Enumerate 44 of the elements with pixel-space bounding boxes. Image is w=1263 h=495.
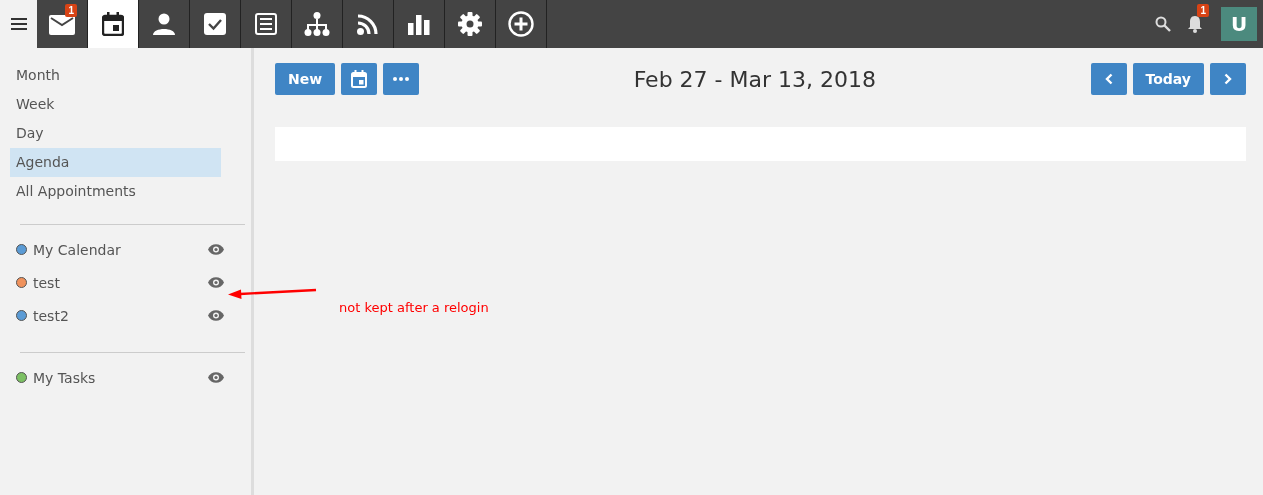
calendar-icon (351, 70, 368, 88)
more-button[interactable] (383, 63, 420, 95)
eye-icon[interactable] (208, 277, 224, 288)
date-range-title: Feb 27 - Mar 13, 2018 (633, 66, 876, 92)
view-item[interactable]: Month (10, 61, 221, 90)
bell-icon (1187, 15, 1203, 33)
user-avatar[interactable]: U (1221, 7, 1257, 41)
calendar-icon (102, 12, 124, 36)
view-item[interactable]: Day (10, 119, 221, 148)
view-item[interactable]: Week (10, 90, 221, 119)
view-item[interactable]: Agenda (10, 148, 221, 177)
next-button[interactable] (1210, 63, 1246, 95)
more-icon (393, 77, 410, 81)
hierarchy-icon (304, 12, 330, 36)
person-icon (153, 13, 175, 35)
document-icon (255, 13, 277, 35)
eye-icon[interactable] (208, 310, 224, 321)
bar-chart-icon (408, 13, 430, 35)
annotation-text: not kept after a relogin (339, 300, 489, 315)
menu-button[interactable] (0, 0, 37, 48)
date-picker-button[interactable] (341, 63, 378, 95)
today-button[interactable]: Today (1132, 63, 1204, 95)
chevron-right-icon (1224, 73, 1232, 85)
previous-button[interactable] (1090, 63, 1127, 95)
envelope-icon (49, 13, 75, 35)
new-button[interactable]: New (275, 63, 336, 95)
rss-icon (357, 13, 379, 35)
calendar-name[interactable]: My Calendar (33, 241, 208, 258)
calendar-name[interactable]: test (33, 274, 208, 291)
eye-icon[interactable] (208, 372, 224, 383)
eye-icon[interactable] (208, 244, 224, 255)
checkbox-icon (204, 13, 226, 35)
gear-icon (458, 12, 482, 36)
app-tab[interactable] (88, 0, 139, 48)
chevron-left-icon (1104, 73, 1113, 85)
add-icon (508, 11, 534, 37)
calendar-name[interactable]: My Tasks (33, 369, 208, 386)
notifications-button[interactable]: 1 (1179, 0, 1211, 48)
count-badge: 1 (65, 4, 77, 17)
count-badge: 1 (1197, 4, 1209, 17)
menu-icon (10, 18, 27, 30)
search-icon (1155, 16, 1171, 32)
view-item[interactable]: All Appointments (10, 177, 221, 206)
calendar-name[interactable]: test2 (33, 307, 208, 324)
